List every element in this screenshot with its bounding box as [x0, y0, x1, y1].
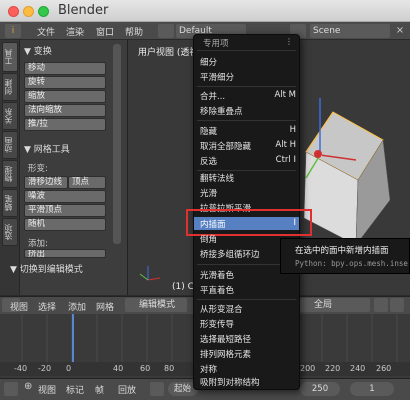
tick-label: 220 [325, 364, 341, 373]
timeline-editor-icon[interactable] [4, 382, 18, 396]
tick-label: 240 [350, 364, 366, 373]
menu-separator [197, 170, 296, 171]
shelf-scrollbar[interactable] [113, 44, 121, 244]
current-frame-field[interactable]: 1 [350, 382, 394, 396]
deform-label: 形变: [28, 164, 48, 174]
shortcut-text: Alt M [274, 90, 296, 100]
menu-item-remove-doubles[interactable]: 移除重叠点 [200, 105, 296, 118]
toggle-edit-mode-header[interactable]: ▼ 切换到编辑模式 [10, 262, 83, 275]
menu-item-shortest-path[interactable]: 选择最短路径 [200, 333, 296, 346]
menu-frame[interactable]: 帧 [95, 383, 104, 396]
menu-separator [197, 86, 296, 87]
layout-icon[interactable] [158, 24, 174, 38]
tooltip-description: 在选中的面中新增内插面 [295, 246, 389, 256]
tab-relations[interactable]: 关系 [2, 102, 18, 130]
menu-separator [197, 299, 296, 300]
tab-physics[interactable]: 物理 [2, 160, 18, 188]
randomize-button[interactable]: 随机 [24, 218, 106, 231]
transform-panel-header[interactable]: ▼ 变换 [24, 44, 52, 57]
menu-item-subdivide-smooth[interactable]: 平滑细分 [200, 71, 296, 84]
menu-item-symmetrize[interactable]: 对称 [200, 363, 296, 376]
menu-item-snap-to-symmetry[interactable]: 吸附到对称结构 [200, 376, 296, 389]
add-label: 添加: [28, 239, 48, 249]
pin-icon[interactable]: ⋮ [285, 37, 295, 47]
tick-label: -20 [38, 364, 52, 373]
slide-vertex-button[interactable]: 顶点 [68, 176, 106, 189]
close-scene-icon[interactable]: × [393, 24, 407, 38]
transform-orientation-selector[interactable]: 全局 [300, 298, 370, 312]
end-frame-field[interactable]: 250 [300, 382, 340, 396]
tick-label: 200 [300, 364, 316, 373]
tick-label: 80 [164, 364, 175, 373]
menu-separator [197, 120, 296, 121]
menu-item-blend-from-shape[interactable]: 从形变混合 [200, 303, 296, 316]
shortcut-text: Ctrl I [275, 155, 296, 165]
shrink-fatten-button[interactable]: 法向缩放 [24, 104, 106, 117]
slide-edge-button[interactable]: 滑移边线 [24, 176, 68, 189]
scene-selector[interactable]: Scene [310, 24, 390, 38]
snap-icon[interactable] [374, 298, 388, 312]
menu-mesh[interactable]: 网格 [96, 300, 114, 313]
menu-playback[interactable]: 回放 [118, 383, 136, 396]
menu-marker[interactable]: 标记 [66, 383, 84, 396]
menu-view[interactable]: 视图 [10, 300, 28, 313]
menu-item-flip-normals[interactable]: 翻转法线 [200, 172, 296, 185]
mesh-tools-panel-header[interactable]: ▼ 网格工具 [24, 142, 70, 155]
smooth-vertex-button[interactable]: 平滑顶点 [24, 204, 106, 217]
mode-selector[interactable]: 编辑模式 [125, 298, 187, 312]
minimize-window-button[interactable] [23, 6, 34, 17]
window-title: Blender [58, 3, 109, 18]
menu-item-shape-propagate[interactable]: 形变传导 [200, 318, 296, 331]
menu-item-subdivide[interactable]: 细分 [200, 56, 296, 69]
maximize-window-button[interactable] [38, 6, 49, 17]
noise-button[interactable]: 噪波 [24, 190, 106, 203]
menu-render[interactable]: 渲染 [66, 25, 84, 38]
tick-label: 260 [376, 364, 392, 373]
proportional-edit-icon[interactable] [390, 298, 404, 312]
tab-animation[interactable]: 动画 [2, 131, 18, 159]
extrude-button[interactable]: 挤出 [24, 249, 106, 258]
menu-window[interactable]: 窗口 [96, 25, 114, 38]
record-icon[interactable] [150, 382, 164, 396]
menu-select[interactable]: 选择 [38, 300, 56, 313]
tab-tools[interactable]: 工具 [2, 42, 18, 72]
translate-button[interactable]: 移动 [24, 62, 106, 75]
menu-help[interactable]: 帮助 [125, 25, 143, 38]
menu-add[interactable]: 添加 [68, 300, 86, 313]
menu-item-smooth[interactable]: 光滑 [200, 187, 296, 200]
shortcut-text: Alt H [275, 140, 296, 150]
tick-label: 0 [66, 364, 72, 373]
tick-label: 60 [140, 364, 151, 373]
scale-button[interactable]: 缩放 [24, 90, 106, 103]
menu-timeline-view[interactable]: 视图 [38, 383, 56, 396]
menu-separator [197, 50, 296, 51]
push-pull-button[interactable]: 推/拉 [24, 118, 106, 131]
tick-label: 40 [113, 364, 124, 373]
editor-type-icon[interactable]: i [5, 24, 21, 38]
annotation-highlight-box [186, 209, 312, 236]
close-window-button[interactable] [8, 6, 19, 17]
menu-file[interactable]: 文件 [37, 25, 55, 38]
menu-item-shade-flat[interactable]: 平直着色 [200, 284, 296, 297]
tab-options[interactable]: 选项 [2, 218, 18, 246]
tooltip-python: Python: bpy.ops.mesh.inset( [295, 259, 408, 268]
tab-create[interactable]: 创建 [2, 73, 18, 101]
tab-grease-pencil[interactable]: 蜡笔 [2, 189, 18, 217]
specials-menu-title: 专用项 [203, 39, 229, 49]
tick-label: -40 [14, 364, 28, 373]
collapse-icon[interactable]: ⊕ [24, 381, 32, 392]
shortcut-text: H [289, 125, 296, 135]
rotate-button[interactable]: 旋转 [24, 76, 106, 89]
menu-item-sort-mesh-elements[interactable]: 排列网格元素 [200, 348, 296, 361]
